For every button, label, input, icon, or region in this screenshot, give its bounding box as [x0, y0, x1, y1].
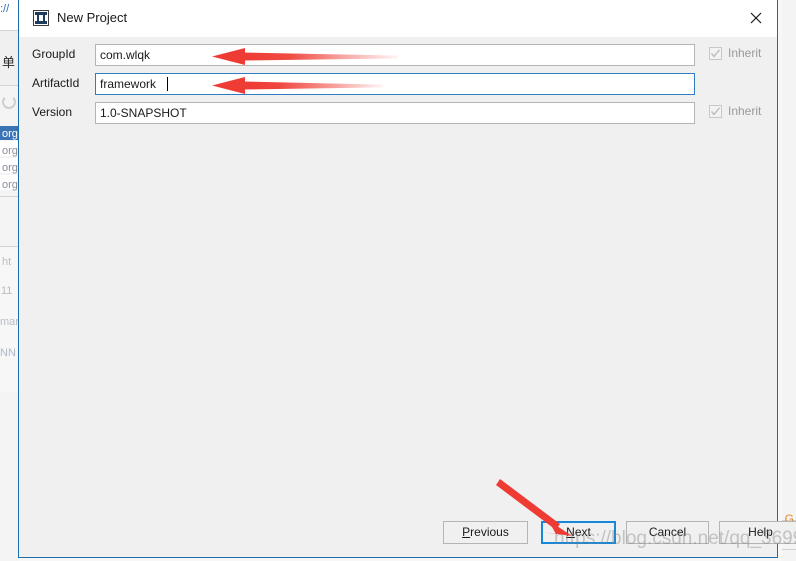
artifactid-label: ArtifactId: [32, 76, 80, 90]
next-button-label: ext: [574, 525, 591, 539]
groupid-inherit-checkbox-group[interactable]: Inherit: [709, 46, 796, 64]
new-project-dialog: New Project GroupId Inherit: [18, 0, 796, 558]
backdrop-divider: [782, 549, 796, 550]
backdrop-fragment: ht: [2, 256, 12, 268]
version-inherit-checkbox-group[interactable]: Inherit: [709, 104, 796, 122]
backdrop-fragment: mar: [0, 316, 19, 328]
backdrop-fragment: org: [2, 162, 18, 174]
field-row-groupid: GroupId Inherit: [19, 44, 777, 66]
dialog-title: New Project: [57, 10, 128, 25]
backdrop-fragment: org: [2, 179, 18, 191]
checkbox-checked-icon[interactable]: [709, 47, 722, 60]
version-label: Version: [32, 105, 73, 119]
previous-button[interactable]: Previous: [443, 521, 528, 544]
backdrop-fragment: 单: [2, 55, 16, 70]
backdrop-fragment: org: [2, 128, 18, 140]
field-row-version: Version Inherit: [19, 102, 777, 124]
artifactid-input[interactable]: [95, 73, 695, 95]
backdrop-fragment: NN: [0, 347, 16, 359]
backdrop-divider: [0, 196, 19, 197]
cancel-button[interactable]: Cancel: [626, 521, 709, 544]
next-button[interactable]: Next: [541, 521, 616, 544]
version-input[interactable]: [95, 102, 695, 124]
backdrop-fragment: org: [2, 145, 18, 157]
help-button[interactable]: Help: [719, 521, 796, 544]
close-icon[interactable]: [741, 5, 771, 31]
checkbox-checked-icon[interactable]: [709, 105, 722, 118]
backdrop-right-strip: G: [782, 0, 796, 561]
groupid-label: GroupId: [32, 47, 76, 61]
backdrop-divider: [0, 85, 19, 86]
maven-coordinates-form: GroupId Inherit ArtifactId Version: [19, 37, 777, 127]
field-row-artifactid: ArtifactId: [19, 73, 777, 95]
dialog-titlebar: New Project: [19, 0, 777, 37]
intellij-idea-icon: [33, 10, 49, 26]
refresh-icon: [2, 95, 16, 109]
text-caret: [167, 77, 168, 91]
previous-button-label: revious: [470, 525, 509, 539]
dialog-footer: Previous Next Cancel Help: [19, 509, 796, 557]
backdrop-left-strip: :// 单 org org org org ht 11 mar NN: [0, 0, 19, 561]
groupid-input[interactable]: [95, 44, 695, 66]
groupid-inherit-label: Inherit: [728, 46, 762, 60]
version-inherit-label: Inherit: [728, 104, 762, 118]
backdrop-fragment: ://: [0, 3, 10, 15]
backdrop-fragment: 11: [1, 285, 13, 297]
